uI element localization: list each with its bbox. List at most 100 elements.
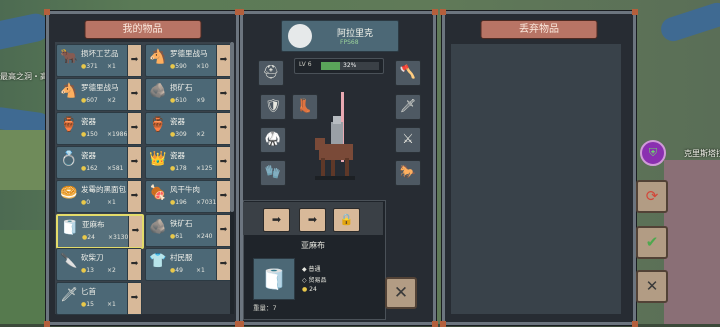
item-price-value: 590: [175, 63, 187, 70]
item-quantity: ×2: [196, 131, 205, 138]
mount-harness-slot[interactable]: 🧤: [260, 160, 286, 186]
item-quantity: ×7031: [196, 199, 217, 206]
item-name: 损坏工艺品: [81, 49, 119, 58]
item-name: 发霉的黑面包: [81, 185, 126, 194]
move-stack-button[interactable]: ➡: [299, 208, 326, 232]
item-price-value: 371: [86, 63, 98, 70]
item-category-text: 贸易品: [308, 277, 327, 284]
item-name: 损矿石: [170, 83, 193, 92]
item-price-value: 610: [175, 97, 187, 104]
cancel-button[interactable]: ✕: [636, 270, 668, 303]
inventory-slot[interactable]: 🐴 罗德里战马 ●590 ×10 ➡: [145, 44, 231, 77]
move-item-button[interactable]: ➡: [127, 283, 141, 314]
weight-label: 重量：: [253, 304, 273, 312]
move-item-button[interactable]: ➡: [216, 147, 230, 178]
item-price-value: 13: [86, 267, 94, 274]
character-model: [315, 92, 355, 180]
iron-ore-icon: 🪨: [149, 219, 167, 235]
item-weight: 重量：7: [253, 302, 277, 312]
inventory-slot[interactable]: 🐂 损坏工艺品 ●371 ×1 ➡: [56, 44, 142, 77]
move-item-button[interactable]: ➡: [127, 249, 141, 280]
item-name: 匕首: [81, 287, 96, 296]
item-price: ●0: [81, 199, 91, 206]
move-item-button[interactable]: ➡: [216, 79, 230, 110]
item-price: ●15: [81, 301, 94, 308]
meat-icon: 🍖: [149, 185, 167, 201]
move-item-button[interactable]: ➡: [216, 45, 230, 76]
inventory-slot[interactable]: 🥯 发霉的黑面包 ●0 ×1 ➡: [56, 180, 142, 213]
move-item-button[interactable]: ➡: [127, 79, 141, 110]
inventory-slot[interactable]: 🐴 罗德里战马 ●607 ×2 ➡: [56, 78, 142, 111]
confirm-button[interactable]: ✔: [636, 226, 668, 259]
xp-fill: [321, 62, 340, 70]
item-category: ◇ 贸易品: [302, 277, 327, 284]
shield-slot[interactable]: ⚔: [395, 127, 421, 153]
linen-icon: 🧻: [253, 258, 295, 300]
move-item-button[interactable]: ➡: [216, 249, 230, 280]
inventory-slot[interactable]: 🔪 砍柴刀 ●13 ×2 ➡: [56, 248, 142, 281]
item-price-value: 24: [87, 234, 95, 241]
move-item-button[interactable]: ➡: [216, 215, 230, 246]
inventory-list[interactable]: 🐂 损坏工艺品 ●371 ×1 ➡ 🐴 罗德里战马 ●590 ×10 ➡ 🐴 罗德里战马 ●607 ×2 ➡…: [55, 42, 231, 315]
gloves-slot[interactable]: 🥋: [260, 127, 286, 153]
level-bar: LV 6 32%: [294, 58, 384, 74]
avatar: [288, 24, 312, 48]
item-name: 瓷器: [81, 151, 96, 160]
item-quantity: ×10: [196, 63, 209, 70]
helmet-slot[interactable]: ⛑: [258, 60, 284, 86]
character-header[interactable]: 阿拉里克 FPS68: [281, 20, 399, 52]
inventory-slot[interactable]: 🗡 匕首 ●15 ×1 ➡: [56, 282, 142, 315]
xp-percent: 32%: [343, 62, 357, 69]
item-quantity: ×2: [107, 97, 116, 104]
move-item-button[interactable]: ➡: [127, 45, 141, 76]
item-name: 瓷器: [170, 117, 185, 126]
item-quantity: ×1: [107, 199, 116, 206]
item-price: ●49: [170, 267, 183, 274]
move-item-button[interactable]: ➡: [127, 181, 141, 212]
inventory-slot[interactable]: 🏺 瓷器 ●150 ×1986 ➡: [56, 112, 142, 145]
discard-list[interactable]: [451, 44, 621, 314]
inventory-slot[interactable]: 🏺 瓷器 ●309 ×2 ➡: [145, 112, 231, 145]
item-name: 铁矿石: [170, 219, 193, 228]
pottery-icon: 🏺: [60, 117, 78, 133]
ore-icon: 🪨: [149, 83, 167, 99]
discard-title: 丢弃物品: [480, 20, 598, 39]
weight-value: 7: [272, 304, 277, 312]
inventory-slot[interactable]: 🪨 铁矿石 ●61 ×240 ➡: [145, 214, 231, 247]
item-quantity: ×581: [107, 165, 124, 172]
move-item-button[interactable]: ➡: [127, 147, 141, 178]
sword-slot[interactable]: 🗡: [395, 94, 421, 120]
move-item-button[interactable]: ➡: [127, 113, 141, 144]
close-item-button[interactable]: ✕: [385, 277, 417, 309]
item-price-value: 61: [175, 233, 183, 240]
axe-slot[interactable]: 🪓: [395, 60, 421, 86]
move-one-button[interactable]: ➡: [263, 208, 290, 232]
jewelry-icon: 👑: [149, 151, 167, 167]
item-name: 罗德里战马: [170, 49, 208, 58]
move-item-button[interactable]: ➡: [216, 113, 230, 144]
inventory-slot[interactable]: 👑 瓷器 ●178 ×125 ➡: [145, 146, 231, 179]
character-subtitle: FPS68: [340, 39, 359, 46]
item-name: 村民服: [170, 253, 193, 262]
horse-slot[interactable]: 🐎: [395, 160, 421, 186]
move-item-button[interactable]: ➡: [128, 216, 142, 247]
item-price-value: 150: [86, 131, 98, 138]
inventory-slot[interactable]: 🍖 风干牛肉 ●196 ×7031 ➡: [145, 180, 231, 213]
item-price: ●610: [170, 97, 187, 104]
inventory-slot[interactable]: 🧻 亚麻布 ●24 ×3130 ➡: [56, 214, 144, 249]
inventory-slot[interactable]: 💍 瓷器 ●162 ×581 ➡: [56, 146, 142, 179]
horse-icon: 🐴: [60, 83, 78, 99]
lock-button[interactable]: 🔒: [333, 208, 360, 232]
scroll-thumb[interactable]: [230, 42, 234, 212]
inventory-slot[interactable]: 👕 村民服 ●49 ×1 ➡: [145, 248, 231, 281]
item-price: ●371: [81, 63, 98, 70]
inventory-scrollbar[interactable]: [230, 42, 234, 314]
inventory-slot[interactable]: 🪨 损矿石 ●610 ×9 ➡: [145, 78, 231, 111]
map-label-right-town[interactable]: 克里斯塔拉: [684, 148, 720, 159]
town-shield-icon[interactable]: ⛨: [640, 140, 666, 166]
item-name: 亚麻布: [82, 220, 105, 229]
reset-button[interactable]: ⟳: [636, 180, 668, 213]
level-label: LV 6: [299, 61, 312, 68]
move-item-button[interactable]: ➡: [216, 181, 230, 212]
body-armor-slot[interactable]: 🛡: [260, 94, 286, 120]
